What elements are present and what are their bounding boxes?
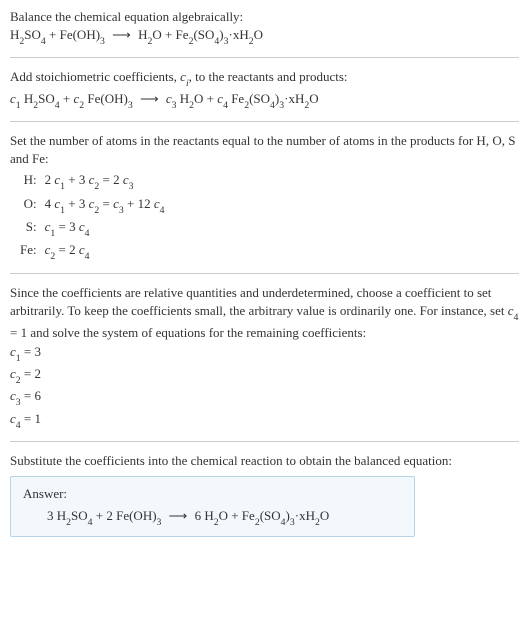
coefficient-solutions: c1 = 3 c2 = 2 c3 = 6 c4 = 1 xyxy=(10,343,519,431)
eq-row-fe: Fe: c2 = 2 c4 xyxy=(18,240,171,263)
section-balance-intro: Balance the chemical equation algebraica… xyxy=(10,8,519,47)
divider xyxy=(10,441,519,442)
answer-box: Answer: 3 H2SO4 + 2 Fe(OH)3 ⟶ 6 H2O + Fe… xyxy=(10,476,415,537)
unbalanced-equation: H2SO4 + Fe(OH)3 ⟶ H2O + Fe2(SO4)3·xH2O xyxy=(10,26,519,47)
reaction-arrow: ⟶ xyxy=(169,507,188,525)
coeff-c3: c3 = 6 xyxy=(10,387,519,408)
substitute-text: Substitute the coefficients into the che… xyxy=(10,452,519,470)
reaction-arrow: ⟶ xyxy=(112,26,131,44)
atom-equations-table: H: 2 c1 + 3 c2 = 2 c3 O: 4 c1 + 3 c2 = c… xyxy=(18,170,171,263)
eq-row-o: O: 4 c1 + 3 c2 = c3 + 12 c4 xyxy=(18,194,171,217)
section-atom-equations: Set the number of atoms in the reactants… xyxy=(10,132,519,263)
eq-label-h: H: xyxy=(18,170,43,193)
reactant-feoh3: + Fe(OH)3 xyxy=(46,27,105,42)
divider xyxy=(10,273,519,274)
answer-label: Answer: xyxy=(23,485,402,503)
eq-o: 4 c1 + 3 c2 = c3 + 12 c4 xyxy=(43,194,171,217)
coeff-c2: c2 = 2 xyxy=(10,365,519,386)
eq-s: c1 = 3 c4 xyxy=(43,217,171,240)
eq-h: 2 c1 + 3 c2 = 2 c3 xyxy=(43,170,171,193)
atom-eq-text: Set the number of atoms in the reactants… xyxy=(10,132,519,168)
solve-text: Since the coefficients are relative quan… xyxy=(10,284,519,342)
eq-fe: c2 = 2 c4 xyxy=(43,240,171,263)
eq-label-s: S: xyxy=(18,217,43,240)
eq-row-s: S: c1 = 3 c4 xyxy=(18,217,171,240)
section-solve-coefficients: Since the coefficients are relative quan… xyxy=(10,284,519,431)
section-add-coefficients: Add stoichiometric coefficients, ci, to … xyxy=(10,68,519,110)
coeff-c4: c4 = 1 xyxy=(10,410,519,431)
reactant-h2so4: H2SO4 xyxy=(10,27,46,42)
eq-row-h: H: 2 c1 + 3 c2 = 2 c3 xyxy=(18,170,171,193)
intro-text: Balance the chemical equation algebraica… xyxy=(10,8,519,26)
product-h2o: H2 xyxy=(138,27,152,42)
balanced-equation: 3 H2SO4 + 2 Fe(OH)3 ⟶ 6 H2O + Fe2(SO4)3·… xyxy=(23,507,402,528)
eq-label-fe: Fe: xyxy=(18,240,43,263)
coefficient-equation: c1 H2SO4 + c2 Fe(OH)3 ⟶ c3 H2O + c4 Fe2(… xyxy=(10,90,519,111)
product-fe2so43: O + Fe2(SO4)3·xH2O xyxy=(152,27,263,42)
coeff-c1: c1 = 3 xyxy=(10,343,519,364)
eq-label-o: O: xyxy=(18,194,43,217)
add-coeff-text: Add stoichiometric coefficients, ci, to … xyxy=(10,68,519,89)
section-final-answer: Substitute the coefficients into the che… xyxy=(10,452,519,538)
reaction-arrow: ⟶ xyxy=(140,90,159,108)
divider xyxy=(10,57,519,58)
divider xyxy=(10,121,519,122)
